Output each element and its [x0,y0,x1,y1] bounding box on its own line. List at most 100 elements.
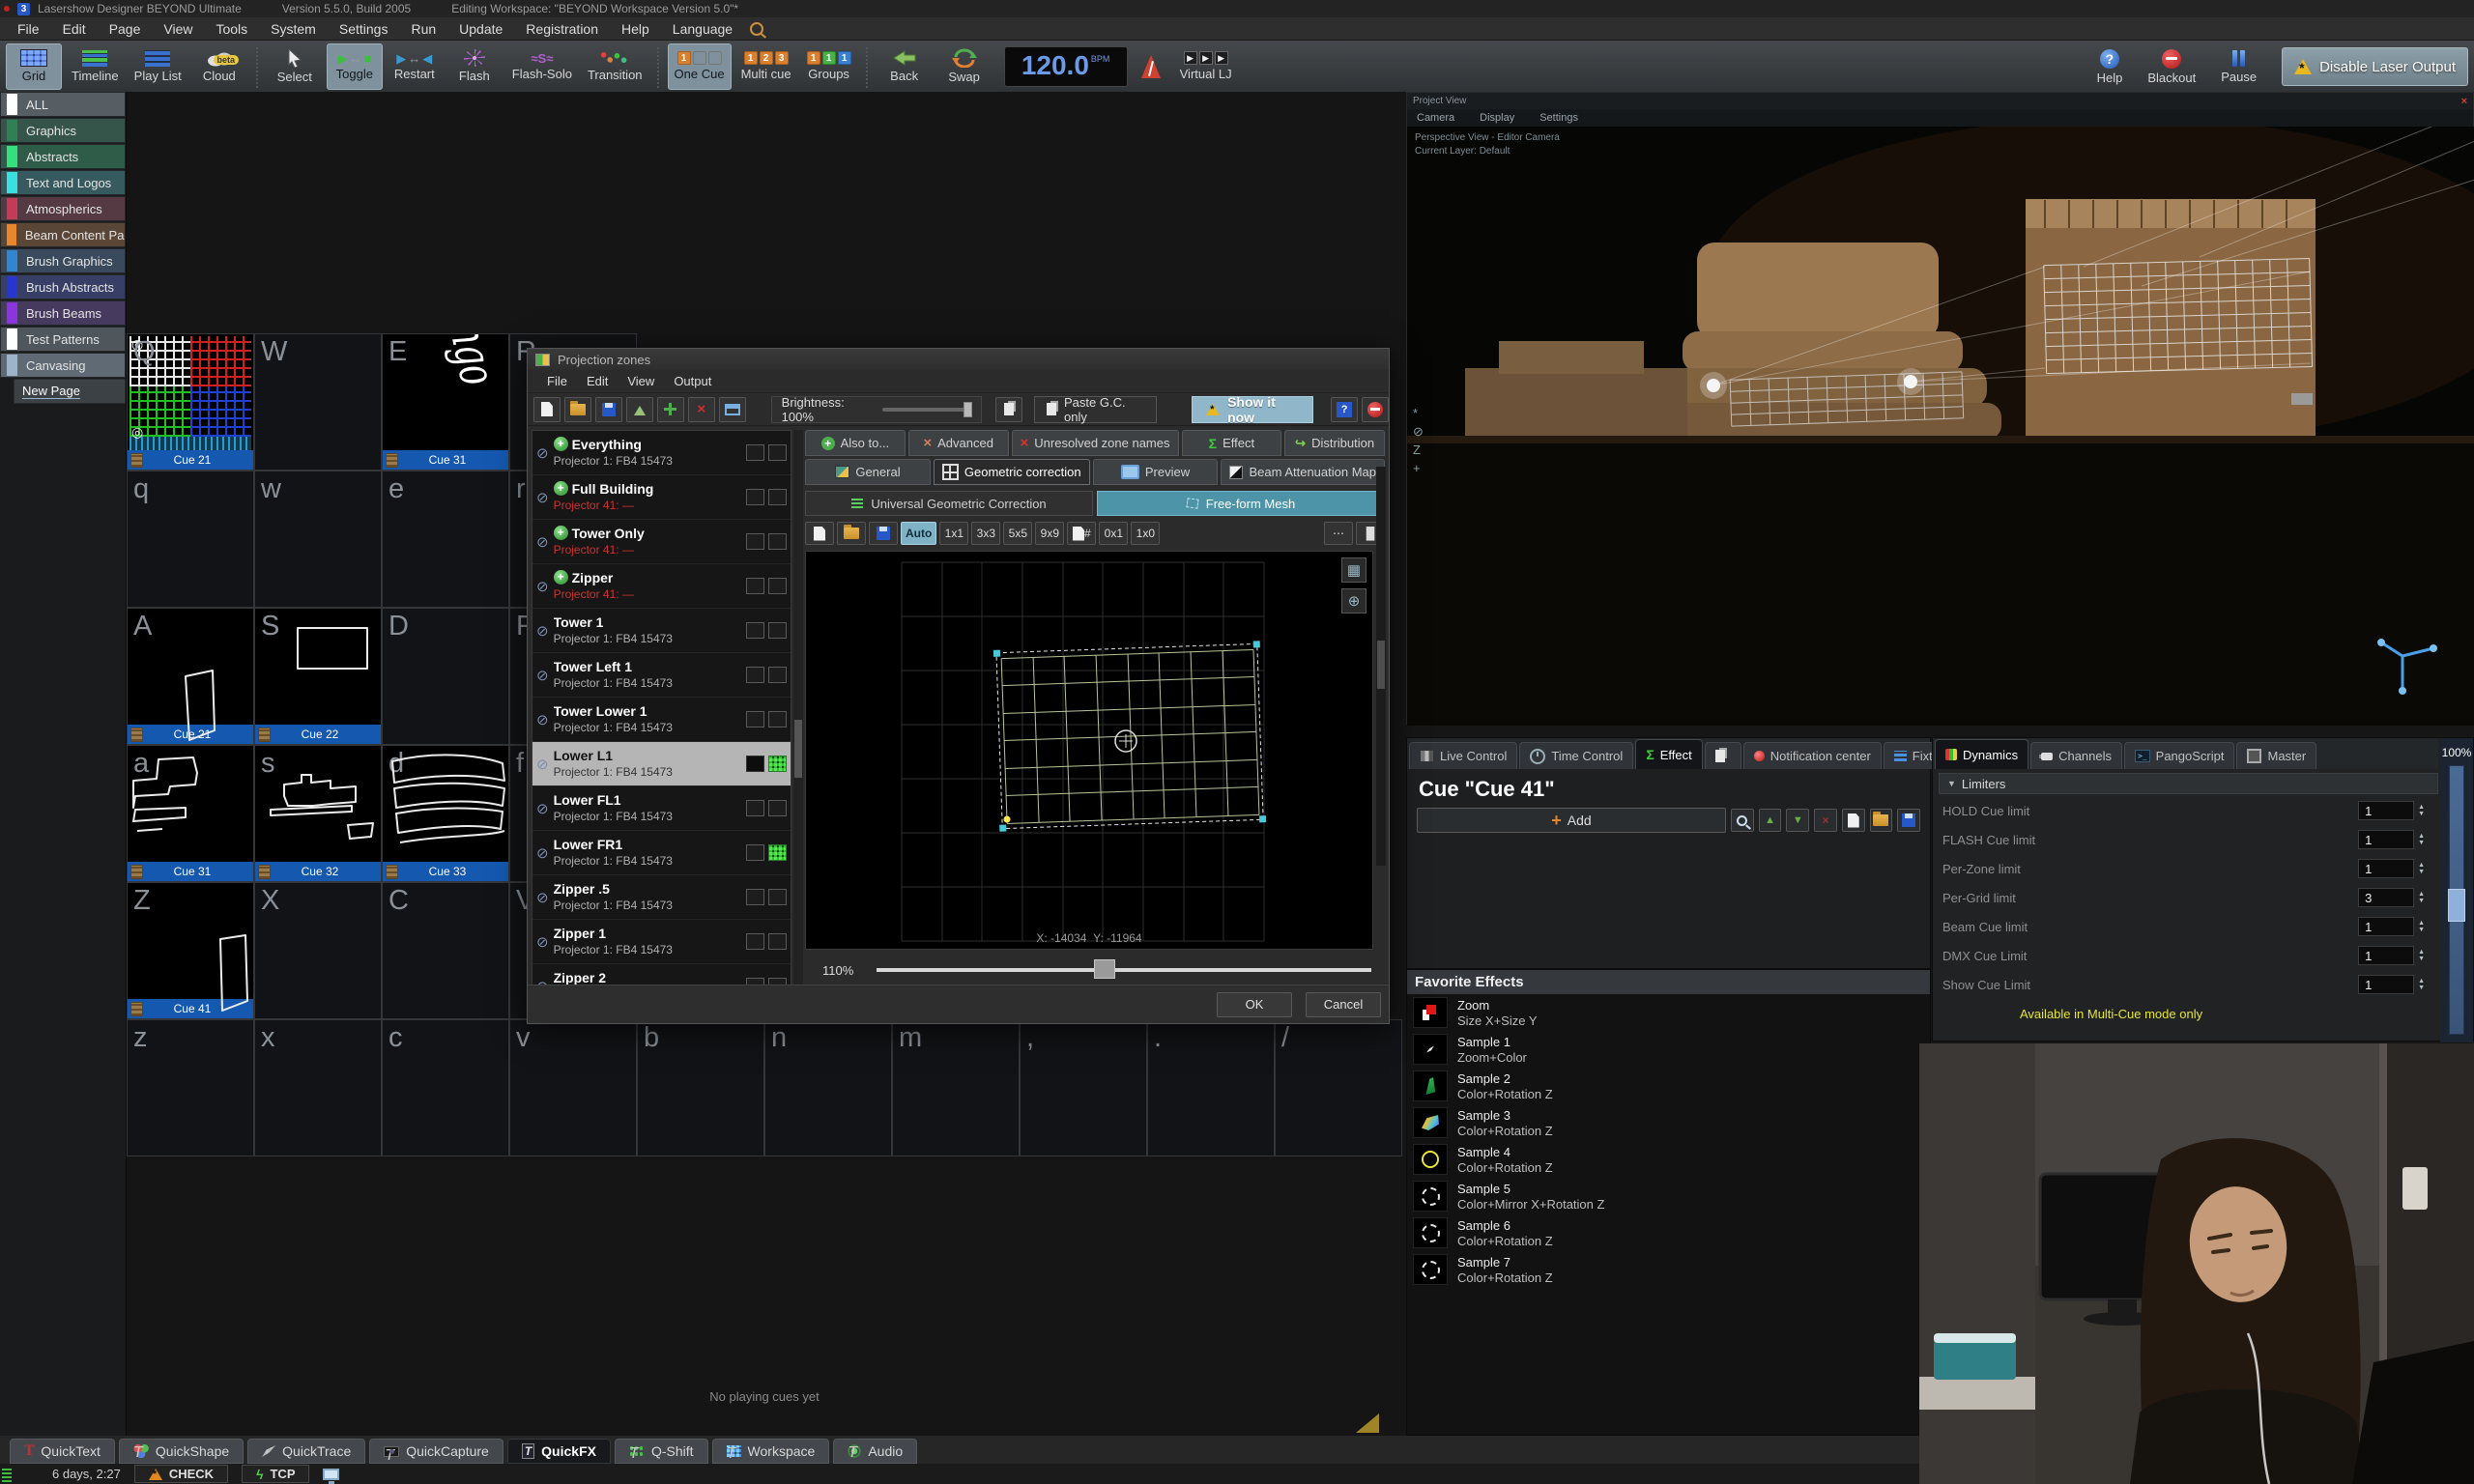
dialog-help-button[interactable]: ? [1331,397,1358,422]
zone-settings-tab[interactable]: Beam Attenuation Map [1221,459,1385,485]
zone-row[interactable]: ⊘ + Lower FR1 Projector 1: FB4 15473 [532,831,791,875]
zone-checkbox[interactable] [746,844,764,861]
limiter-spinbox[interactable]: 3 ▲▼ [2358,888,2425,907]
zone-option-tab[interactable]: Unresolved zone names [1012,430,1179,456]
cue-cell[interactable]: z [127,1019,254,1156]
dialog-blackout-button[interactable] [1362,397,1389,422]
cue-cell[interactable]: m [892,1019,1020,1156]
zone-grid-toggle[interactable] [768,800,787,816]
cue-cell[interactable]: Z Σ Cue 41 [127,882,254,1019]
limiters-section-header[interactable]: Limiters [1939,773,2438,794]
dynamics-panel-tab[interactable]: PangoScript [2124,742,2234,769]
zone-grid-toggle[interactable] [768,667,787,683]
menu-item[interactable]: Update [447,19,514,39]
back-button[interactable]: Back [877,43,933,90]
mesh-zoom-thumb[interactable] [1094,959,1115,979]
bpm-display[interactable]: 120.0BPM [1004,46,1128,87]
brightness-control[interactable]: Brightness: 100% [771,396,982,423]
sidebar-category[interactable]: ALL [0,92,126,117]
master-slider[interactable] [2449,765,2464,1035]
swap-button[interactable]: Swap [936,43,992,90]
zone-row[interactable]: ⊘ + Tower Lower 1 Projector 1: FB4 15473 [532,698,791,742]
dialog-menu-item[interactable]: View [618,374,664,388]
mesh-3x3-button[interactable]: 3x3 [971,522,1000,545]
limiter-spinbox[interactable]: 1 ▲▼ [2358,917,2425,936]
mesh-zoom-button[interactable]: ⊕ [1341,588,1366,614]
zone-grid-toggle[interactable] [768,933,787,950]
zone-checkbox[interactable] [746,667,764,683]
preview-menu-item[interactable]: Display [1480,112,1514,124]
brightness-slider-thumb[interactable] [964,402,972,417]
select-tool-button[interactable]: Select [267,43,323,90]
zone-option-tab[interactable]: Advanced [908,430,1009,456]
favorite-effect-item[interactable]: Sample 1 Zoom+Color [1407,1031,1930,1068]
spinner-arrows[interactable]: ▲▼ [2418,949,2425,962]
spinner-arrows[interactable]: ▲▼ [2418,833,2425,846]
sidebar-category[interactable]: Brush Beams [0,300,126,326]
new-effect-button[interactable] [1842,809,1865,832]
zone-checkbox[interactable] [746,444,764,461]
save-zones-button[interactable] [595,397,622,422]
zone-option-tab[interactable]: Also to... [805,430,906,456]
sidebar-category[interactable]: Brush Graphics [0,248,126,273]
limiter-spinbox[interactable]: 1 ▲▼ [2358,830,2425,849]
menu-item[interactable]: Run [399,19,447,39]
favorite-effect-item[interactable]: Sample 4 Color+Rotation Z [1407,1141,1930,1178]
mesh-1x0-button[interactable]: 1x0 [1131,522,1160,545]
mesh-open-button[interactable] [837,522,866,545]
zone-checkbox[interactable] [746,578,764,594]
one-cue-button[interactable]: 1 One Cue [668,43,732,90]
open-zones-button[interactable] [564,397,591,422]
favorite-effect-item[interactable]: Zoom Size X+Size Y [1407,994,1930,1031]
favorite-effect-item[interactable]: Sample 3 Color+Rotation Z [1407,1104,1930,1141]
mesh-custom-button[interactable]: # [1067,522,1096,545]
spinner-arrows[interactable]: ▲▼ [2418,891,2425,904]
sidebar-category[interactable]: Graphics [0,118,126,143]
zone-settings-tab[interactable]: Preview [1093,459,1219,485]
menu-item[interactable]: Page [98,19,153,39]
disable-laser-output-button[interactable]: Disable Laser Output [2282,47,2468,86]
delete-zone-button[interactable]: × [688,397,715,422]
mesh-new-button[interactable] [805,522,834,545]
zone-grid-toggle[interactable] [768,622,787,639]
paste-gc-only-button[interactable]: Paste G.C. only [1034,396,1157,423]
cue-cell[interactable]: n [764,1019,892,1156]
effect-panel-tab[interactable]: Effect [1635,739,1702,769]
monitor-icon[interactable] [323,1469,339,1480]
zone-settings-tab[interactable]: Geometric correction [934,459,1090,485]
effect-panel-tab[interactable] [1705,742,1741,769]
zone-row[interactable]: ⊘ + Lower FL1 Projector 1: FB4 15473 [532,786,791,831]
cue-cell[interactable]: s [254,745,382,882]
cue-cell[interactable]: S Cue 22 [254,608,382,745]
favorite-effect-item[interactable]: Sample 5 Color+Mirror X+Rotation Z [1407,1178,1930,1214]
quick-tool-tab[interactable]: T QuickShape [119,1439,244,1464]
multi-cue-button[interactable]: 123 Multi cue [735,43,797,90]
dialog-menu-item[interactable]: File [537,374,577,388]
mesh-1x1-button[interactable]: 1x1 [939,522,968,545]
preview-menu-item[interactable]: Camera [1417,112,1454,124]
cue-cell[interactable]: / [1275,1019,1402,1156]
zone-settings-tab[interactable]: General [805,459,931,485]
mesh-0x1-button[interactable]: 0x1 [1099,522,1128,545]
sidebar-category[interactable]: Brush Abstracts [0,274,126,300]
zone-checkbox[interactable] [746,889,764,905]
zone-row[interactable]: ⊘ + Zipper .5 Projector 1: FB4 15473 [532,875,791,920]
blackout-button[interactable]: Blackout [2147,49,2196,85]
quick-tool-tab[interactable]: T QuickFX [507,1439,611,1464]
menu-item[interactable]: File [6,19,51,39]
cue-cell[interactable]: D [382,608,509,745]
spinner-arrows[interactable]: ▲▼ [2418,920,2425,933]
quick-tool-tab[interactable]: T QuickText [10,1439,115,1464]
menu-item[interactable]: Edit [51,19,98,39]
quick-tool-tab[interactable]: T QuickTrace [247,1439,365,1464]
help-button[interactable]: ?Help [2097,49,2123,85]
limiter-spinbox[interactable]: 1 ▲▼ [2358,946,2425,965]
cue-cell[interactable]: Q ◎◎ Pango Cue 21 [127,333,254,471]
dialog-menu-item[interactable]: Edit [577,374,618,388]
cue-cell[interactable]: v [509,1019,637,1156]
spinner-arrows[interactable]: ▲▼ [2418,978,2425,991]
limiter-spinbox[interactable]: 1 ▲▼ [2358,975,2425,994]
cue-cell[interactable]: W ◎◎ Pango [254,333,382,471]
preview-3d-scene[interactable] [1407,127,2474,726]
search-effect-button[interactable] [1731,809,1754,832]
